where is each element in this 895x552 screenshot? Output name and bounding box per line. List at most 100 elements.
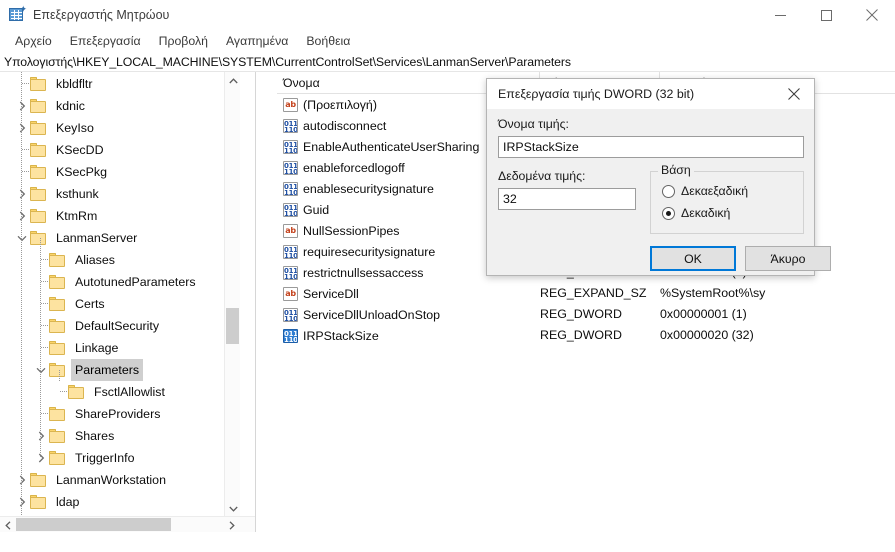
ok-button[interactable]: OK	[650, 246, 736, 271]
tree-item-defaultsecurity[interactable]: DefaultSecurity	[0, 315, 240, 337]
menu-help[interactable]: Βοήθεια	[297, 32, 359, 50]
value-type-cell: REG_EXPAND_SZ	[540, 286, 647, 300]
value-name-text: (Προεπιλογή)	[303, 97, 377, 112]
registry-editor-icon: ✦	[9, 5, 27, 23]
folder-icon	[30, 121, 47, 135]
menu-favorites[interactable]: Αγαπημένα	[217, 32, 297, 50]
chevron-right-icon[interactable]	[33, 447, 49, 469]
tree-item-certs[interactable]: Certs	[0, 293, 240, 315]
value-name-input[interactable]: IRPStackSize	[498, 136, 804, 158]
tree-item-kdnic[interactable]: kdnic	[0, 95, 240, 117]
tree-item-fsctlallowlist[interactable]: FsctlAllowlist	[0, 381, 240, 403]
menu-view[interactable]: Προβολή	[150, 32, 217, 50]
tree-leaf-connector	[33, 271, 49, 293]
tree-item-keyiso[interactable]: KeyIso	[0, 117, 240, 139]
tree-item-ldap[interactable]: ldap	[0, 491, 240, 513]
value-data-cell: 0x00000020 (32)	[660, 328, 754, 342]
value-name-text: enablesecuritysignature	[303, 181, 434, 196]
tree-vertical-scrollbar[interactable]	[224, 72, 240, 517]
chevron-right-icon[interactable]	[14, 205, 30, 227]
folder-icon	[49, 451, 66, 465]
chevron-right-icon[interactable]	[33, 425, 49, 447]
radio-hexadecimal-label: Δεκαεξαδική	[681, 184, 749, 198]
value-name-text: autodisconnect	[303, 118, 387, 133]
tree-item-aliases[interactable]: Aliases	[0, 249, 240, 271]
tree-leaf-connector	[33, 315, 49, 337]
tree-scroll-up-button[interactable]	[225, 72, 241, 89]
value-row[interactable]: ab ServiceDll REG_EXPAND_SZ %SystemRoot%\sy	[277, 283, 895, 304]
tree-scroll-down-button[interactable]	[225, 500, 241, 517]
value-row[interactable]: 011 110 IRPStackSize REG_DWORD 0x00000020 (3…	[277, 325, 895, 346]
menu-file[interactable]: Αρχείο	[6, 32, 61, 50]
tree-item-label: kdnic	[56, 99, 85, 113]
base-group-label: Βάση	[658, 163, 694, 177]
value-name-cell: ab NullSessionPipes	[277, 220, 399, 241]
tree-item-label: ShareProviders	[75, 407, 161, 421]
tree-item-parameters[interactable]: Parameters	[0, 359, 240, 381]
chevron-right-icon[interactable]	[14, 95, 30, 117]
value-name-cell: 011 110 ServiceDllUnloadOnStop	[277, 304, 440, 325]
value-name-text: ServiceDllUnloadOnStop	[303, 307, 441, 322]
tree-guide-line	[21, 72, 22, 532]
dialog-close-button[interactable]	[774, 79, 814, 109]
tree-item-lanmanserver[interactable]: LanmanServer	[0, 227, 240, 249]
edit-dword-dialog: Επεξεργασία τιμής DWORD (32 bit) Όνομα τ…	[486, 78, 831, 276]
dword-value-icon: 011 110	[283, 181, 298, 196]
close-button[interactable]	[849, 0, 895, 30]
chevron-right-icon[interactable]	[14, 117, 30, 139]
tree-item-shareproviders[interactable]: ShareProviders	[0, 403, 240, 425]
folder-icon	[49, 275, 66, 289]
radio-decimal[interactable]: Δεκαδική	[662, 206, 730, 220]
value-type-cell: REG_DWORD	[540, 328, 622, 342]
folder-icon	[49, 297, 66, 311]
tree-item-shares[interactable]: Shares	[0, 425, 240, 447]
tree-scrollbar-thumb[interactable]	[226, 308, 239, 344]
chevron-down-icon[interactable]	[14, 227, 30, 249]
tree-item-ksecdd[interactable]: KSecDD	[0, 139, 240, 161]
maximize-button[interactable]	[803, 0, 849, 30]
minimize-button[interactable]	[757, 0, 803, 30]
string-value-icon: ab	[283, 97, 298, 112]
value-name-text: NullSessionPipes	[303, 223, 400, 238]
menu-edit[interactable]: Επεξεργασία	[61, 32, 150, 50]
tree-item-label: TriggerInfo	[75, 451, 135, 465]
radio-hexadecimal[interactable]: Δεκαεξαδική	[662, 184, 748, 198]
chevron-right-icon[interactable]	[14, 469, 30, 491]
dword-value-icon: 011 110	[283, 307, 298, 322]
value-name-cell: 011 110 requiresecuritysignature	[277, 241, 435, 262]
tree-leaf-connector	[14, 161, 30, 183]
tree-guide-line	[59, 370, 60, 381]
chevron-down-icon[interactable]	[33, 359, 49, 381]
tree-scroll-right-button[interactable]	[224, 517, 240, 532]
tree-item-linkage[interactable]: Linkage	[0, 337, 240, 359]
tree-item-ksecpkg[interactable]: KSecPkg	[0, 161, 240, 183]
chevron-right-icon[interactable]	[14, 183, 30, 205]
value-name-text: restrictnullsessaccess	[303, 265, 424, 280]
address-bar[interactable]: Υπολογιστής\HKEY_LOCAL_MACHINE\SYSTEM\Cu…	[0, 52, 895, 72]
tree-item-label: kbldfltr	[56, 77, 93, 91]
value-data-label: Δεδομένα τιμής:	[498, 169, 586, 183]
value-name-cell: 011 110 enablesecuritysignature	[277, 178, 434, 199]
registry-tree-pane: kbldfltr kdnic KeyIso KSecDD KSecPkg ksthunk K…	[0, 72, 256, 532]
value-row[interactable]: 011 110 ServiceDllUnloadOnStop REG_DWORD 0x0…	[277, 304, 895, 325]
value-data-input[interactable]: 32	[498, 188, 636, 210]
tree-item-lanmanworkstation[interactable]: LanmanWorkstation	[0, 469, 240, 491]
tree-item-kbldfltr[interactable]: kbldfltr	[0, 73, 240, 95]
registry-editor-window: ✦ Επεξεργαστής Μητρώου Αρχείο Επεξεργασί…	[0, 0, 895, 552]
string-value-icon: ab	[283, 286, 298, 301]
tree-leaf-connector	[33, 403, 49, 425]
window-controls	[757, 0, 895, 30]
tree-scroll-left-button[interactable]	[0, 517, 16, 532]
tree-horizontal-scrollbar[interactable]	[0, 516, 255, 532]
tree-item-ksthunk[interactable]: ksthunk	[0, 183, 240, 205]
tree-item-ktmrm[interactable]: KtmRm	[0, 205, 240, 227]
tree-item-label: FsctlAllowlist	[94, 385, 165, 399]
chevron-right-icon[interactable]	[14, 491, 30, 513]
tree-item-autotunedparameters[interactable]: AutotunedParameters	[0, 271, 240, 293]
tree-hscrollbar-thumb[interactable]	[16, 518, 171, 531]
tree-item-triggerinfo[interactable]: TriggerInfo	[0, 447, 240, 469]
folder-icon	[30, 165, 47, 179]
cancel-button[interactable]: Άκυρο	[745, 246, 831, 271]
folder-icon	[68, 385, 85, 399]
registry-tree[interactable]: kbldfltr kdnic KeyIso KSecDD KSecPkg ksthunk K…	[0, 72, 240, 532]
